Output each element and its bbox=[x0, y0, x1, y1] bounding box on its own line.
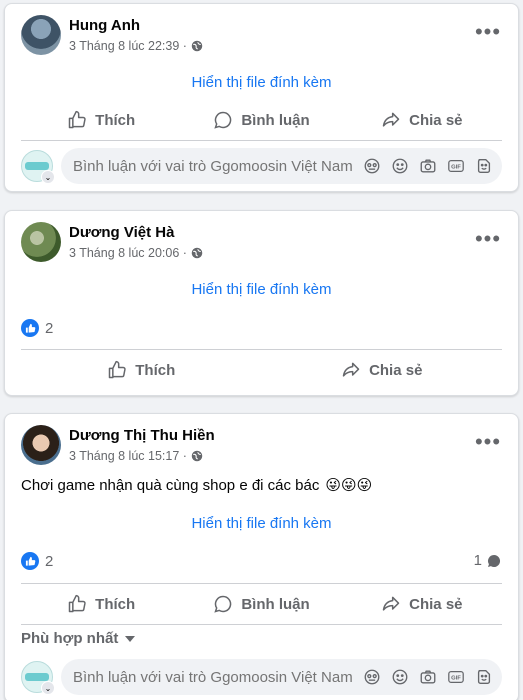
post-text: Chơi game nhận quà cùng shop e đi các bá… bbox=[21, 476, 373, 495]
chevron-down-icon[interactable]: ⌄ bbox=[41, 681, 55, 695]
comment-icon bbox=[214, 111, 232, 129]
comment-count[interactable]: 1 bbox=[474, 552, 502, 569]
show-attachment-link[interactable]: Hiển thị file đính kèm bbox=[5, 281, 518, 298]
like-reaction-icon bbox=[21, 319, 39, 337]
page-avatar[interactable]: ⌄ bbox=[21, 150, 55, 184]
camera-icon[interactable] bbox=[418, 156, 438, 176]
emoji-icon[interactable] bbox=[390, 667, 410, 687]
post-card: Dương Thị Thu Hiền 3 Tháng 8 lúc 15:17 ·… bbox=[4, 413, 519, 700]
divider bbox=[21, 140, 502, 141]
avatar-sticker-icon[interactable] bbox=[362, 156, 382, 176]
thumbs-up-icon bbox=[109, 360, 126, 379]
divider bbox=[21, 624, 502, 625]
globe-icon bbox=[191, 40, 203, 52]
post-card: Hung Anh 3 Tháng 8 lúc 22:39 · ••• Hiển … bbox=[4, 3, 519, 192]
reaction-count: 2 bbox=[45, 552, 54, 570]
share-icon bbox=[382, 112, 400, 127]
sticker-icon[interactable] bbox=[474, 667, 494, 687]
share-icon bbox=[342, 362, 360, 377]
share-icon bbox=[382, 596, 400, 611]
like-button[interactable]: Thích bbox=[21, 352, 262, 388]
like-button[interactable]: Thích bbox=[21, 586, 181, 622]
action-bar: Thích Bình luận Chia sẻ bbox=[21, 102, 502, 138]
share-label: Chia sẻ bbox=[409, 595, 463, 613]
post-meta: 3 Tháng 8 lúc 15:17 · bbox=[69, 449, 203, 463]
comment-count-value: 1 bbox=[473, 552, 482, 569]
show-attachment-link[interactable]: Hiển thị file đính kèm bbox=[5, 74, 518, 91]
post-timestamp[interactable]: 3 Tháng 8 lúc 15:17 · bbox=[69, 449, 187, 463]
comment-sort-dropdown[interactable]: Phù hợp nhất bbox=[21, 630, 136, 647]
thumbs-up-icon bbox=[68, 110, 86, 129]
share-label: Chia sẻ bbox=[369, 361, 423, 379]
globe-icon bbox=[191, 247, 203, 259]
camera-icon[interactable] bbox=[418, 667, 438, 687]
comment-button[interactable]: Bình luận bbox=[181, 586, 341, 622]
share-button[interactable]: Chia sẻ bbox=[342, 586, 502, 622]
post-timestamp[interactable]: 3 Tháng 8 lúc 22:39 · bbox=[69, 39, 187, 53]
reaction-summary[interactable]: 2 bbox=[21, 552, 53, 570]
avatar[interactable] bbox=[21, 15, 61, 55]
svg-text:GIF: GIF bbox=[451, 675, 461, 681]
reaction-count: 2 bbox=[45, 319, 54, 337]
comment-box: GIF bbox=[61, 659, 502, 695]
avatar[interactable] bbox=[21, 425, 61, 465]
avatar[interactable] bbox=[21, 222, 61, 262]
more-options-button[interactable]: ••• bbox=[474, 428, 502, 456]
page-avatar[interactable]: ⌄ bbox=[21, 661, 55, 695]
like-reaction-icon bbox=[21, 552, 39, 570]
sort-label: Phù hợp nhất bbox=[21, 630, 119, 647]
reaction-summary[interactable]: 2 bbox=[21, 319, 53, 337]
more-options-button[interactable]: ••• bbox=[474, 18, 502, 46]
divider bbox=[21, 583, 502, 584]
gif-icon[interactable]: GIF bbox=[446, 667, 466, 687]
svg-text:GIF: GIF bbox=[451, 164, 461, 170]
divider bbox=[21, 349, 502, 350]
comment-input[interactable] bbox=[73, 668, 358, 686]
comment-box: GIF bbox=[61, 148, 502, 184]
post-timestamp[interactable]: 3 Tháng 8 lúc 20:06 · bbox=[69, 246, 187, 260]
post-author[interactable]: Dương Thị Thu Hiền bbox=[69, 427, 215, 444]
comment-tools: GIF bbox=[362, 156, 494, 176]
page-logo bbox=[25, 162, 49, 170]
comment-input[interactable] bbox=[73, 157, 358, 175]
like-label: Thích bbox=[135, 361, 176, 379]
sticker-icon[interactable] bbox=[474, 156, 494, 176]
post-meta: 3 Tháng 8 lúc 22:39 · bbox=[69, 39, 203, 53]
page-logo bbox=[25, 673, 49, 681]
comment-button[interactable]: Bình luận bbox=[181, 102, 341, 138]
post-author[interactable]: Hung Anh bbox=[69, 17, 140, 34]
comment-label: Bình luận bbox=[241, 111, 310, 129]
action-bar: Thích Chia sẻ bbox=[21, 352, 502, 388]
globe-icon bbox=[191, 450, 203, 462]
comment-icon bbox=[214, 595, 232, 613]
show-attachment-link[interactable]: Hiển thị file đính kèm bbox=[5, 515, 518, 532]
post-card: Dương Việt Hà 3 Tháng 8 lúc 20:06 · ••• … bbox=[4, 210, 519, 396]
post-author[interactable]: Dương Việt Hà bbox=[69, 224, 174, 241]
share-button[interactable]: Chia sẻ bbox=[262, 352, 503, 388]
comment-composer: ⌄ GIF bbox=[21, 148, 502, 184]
share-label: Chia sẻ bbox=[409, 111, 463, 129]
post-meta: 3 Tháng 8 lúc 20:06 · bbox=[69, 246, 203, 260]
post-body: Chơi game nhận quà cùng shop e đi các bá… bbox=[21, 476, 320, 494]
more-options-button[interactable]: ••• bbox=[474, 225, 502, 253]
emoji-wink-tongue: 😜😜😜 bbox=[325, 477, 373, 494]
caret-down-icon bbox=[125, 635, 136, 642]
comment-composer: ⌄ GIF bbox=[21, 659, 502, 695]
gif-icon[interactable]: GIF bbox=[446, 156, 466, 176]
comment-tools: GIF bbox=[362, 667, 494, 687]
chevron-down-icon[interactable]: ⌄ bbox=[41, 170, 55, 184]
thumbs-up-icon bbox=[68, 594, 86, 613]
like-label: Thích bbox=[95, 595, 136, 613]
like-button[interactable]: Thích bbox=[21, 102, 181, 138]
avatar-sticker-icon[interactable] bbox=[362, 667, 382, 687]
emoji-icon[interactable] bbox=[390, 156, 410, 176]
comment-label: Bình luận bbox=[241, 595, 310, 613]
share-button[interactable]: Chia sẻ bbox=[342, 102, 502, 138]
like-label: Thích bbox=[95, 111, 136, 129]
action-bar: Thích Bình luận Chia sẻ bbox=[21, 586, 502, 622]
comment-bubble-icon bbox=[488, 554, 501, 567]
